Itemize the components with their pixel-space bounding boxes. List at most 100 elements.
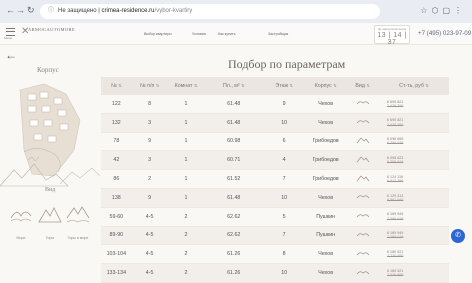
phone-number[interactable]: +7 (495) 023-97-09 [418,30,471,37]
cell-npp: 9 [131,188,168,208]
cell-floor: 10 [263,188,306,208]
cell-rooms: 1 [167,150,205,171]
menu-label: Меню [4,36,13,40]
mountain-view-icon [346,132,379,152]
col-header-floor[interactable]: Этаж ⇅ [263,77,306,95]
view-mountain-label: Горы [45,236,55,240]
cell-area: 60.71 [204,150,264,171]
nav-item-developer[interactable]: Застройщик [268,32,288,36]
cell-npp: 4-5 [131,263,168,283]
table-row[interactable]: 42 3 1 60.71 4 Грибоедов 6 098 623 6 709 918 [101,150,449,171]
cell-korpus: Чехов [305,263,347,283]
cell-korpus: Грибоедов [305,132,347,152]
cell-korpus: Грибоедов [305,150,347,171]
site-logo[interactable]: ✕ ARMOCAUTOMORE [21,26,75,37]
cell-rooms: 2 [167,226,205,246]
mountain-view-icon [346,169,379,189]
table-row[interactable]: 86 2 1 61.52 7 Грибоедов 6 124 116 6 817 390 [101,169,449,189]
sort-icon: ⇅ [155,83,160,88]
cell-floor: 10 [263,113,306,133]
cell-floor: 10 [263,263,306,283]
table-row[interactable]: 133-134 4-5 2 61.26 10 Чехов 6 180 521 7 220 85… [101,263,449,283]
sea-view-icon[interactable] [9,204,33,226]
table-row[interactable]: 89-90 4-5 2 62.62 7 Пушкин 6 169 949 7 290 019 [101,226,449,246]
chat-button[interactable]: ✆ [451,229,465,243]
sea-view-icon [346,244,379,265]
cell-price: 6 690 821 7 470 350 [378,95,449,114]
back-nav-icon[interactable]: ← [6,5,15,15]
forward-nav-icon[interactable]: → [16,5,25,15]
cell-korpus: Чехов [305,188,347,208]
cell-num: 138 [101,188,132,208]
sort-icon: ⇅ [333,83,337,88]
mountain-sea-view-icon[interactable] [66,204,90,226]
cell-area: 62.62 [204,226,264,246]
cell-npp: 4-5 [131,207,168,227]
col-header-npp[interactable]: № п/п ⇅ [131,77,168,95]
logo-mark-icon: ✕ [21,26,30,37]
cell-korpus: Чехов [305,95,347,114]
browser-extension-icons[interactable]: ☆⬡▢⋮ [420,6,466,15]
col-header-rooms-label: Комнат [174,83,193,89]
col-header-korpus[interactable]: Корпус ⇅ [305,77,347,95]
countdown-label: До завершения акции [377,27,407,31]
table-row[interactable]: 122 8 1 61.48 9 Чехов 6 690 821 7 470 350 [101,95,449,114]
cell-price: 6 180 521 7 220 850 [378,263,449,283]
col-header-num[interactable]: № ⇅ [101,77,132,95]
mountain-view-icon [346,150,379,171]
sea-view-icon [346,207,379,227]
col-header-area[interactable]: Пл., м² ⇅ [204,77,264,95]
table-row[interactable]: 59-60 4-5 2 62.62 5 Пушкин 6 169 949 7 290 019 [101,207,449,227]
back-arrow-icon[interactable]: ← [5,48,17,62]
price-old: 7 290 019 [386,216,404,221]
col-header-rooms[interactable]: Комнат ⇅ [167,77,205,95]
nav-item-choose[interactable]: Выбор квартиры [144,32,172,36]
table-row[interactable]: 138 9 1 61.48 10 Чехов 6 129 313 6 881 945 [101,188,449,208]
mountain-view-icon[interactable] [38,204,62,226]
sort-icon: ⇅ [241,83,245,88]
cell-area: 61.26 [204,263,264,283]
sort-icon: ⇅ [193,83,198,88]
nav-item-howto[interactable]: Как купить [218,32,236,36]
cell-korpus: Пушкин [305,226,347,246]
cell-npp: 4-5 [131,244,168,265]
cell-floor: 8 [263,244,306,265]
cell-price: 6 098 623 6 709 918 [378,150,449,171]
browser-toolbar: ← → ↻ ⓘ Не защищено | crimea-residence.ru… [0,0,472,24]
cell-price: 6 129 313 6 881 945 [378,188,449,208]
table-row[interactable]: 132 3 1 61.48 10 Чехов 6 690 821 7 470 350 [101,113,449,133]
chat-icon: ✆ [455,232,461,239]
col-header-price[interactable]: Ст-ть, руб ⇅ [378,77,449,95]
nav-item-terms[interactable]: Условия [192,32,206,36]
cell-rooms: 1 [167,169,205,189]
cell-rooms: 1 [167,113,205,133]
countdown-values: 13 | 14 | 37 [377,32,407,46]
reload-icon[interactable]: ↻ [27,5,35,16]
cell-area: 61.48 [204,113,264,133]
col-header-floor-label: Этаж [275,83,289,89]
price-old: 7 470 350 [386,122,404,127]
cell-npp: 3 [131,113,168,133]
col-header-view-label: Вид [355,83,365,89]
cell-npp: 3 [131,150,168,171]
table-row[interactable]: 103-104 4-5 2 61.26 8 Чехов 6 180 521 7 220 850 [101,244,449,265]
address-bar[interactable]: ⓘ Не защищено | crimea-residence.ru/vybor… [40,4,380,19]
cell-npp: 4-5 [131,226,168,246]
cell-floor: 9 [263,95,306,114]
cell-num: 133-134 [101,263,132,283]
cell-num: 86 [101,169,132,189]
col-header-view[interactable]: Вид ⇅ [346,77,379,95]
cell-num: 122 [101,95,132,114]
cell-korpus: Грибоедов [305,169,347,189]
countdown-days: 13 [377,32,386,39]
cell-korpus: Пушкин [305,207,347,227]
info-icon[interactable]: ⓘ [48,4,54,19]
cell-floor: 7 [263,226,306,246]
sort-icon: ⇅ [118,83,122,88]
table-row[interactable]: 78 9 1 60.98 6 Грибоедов 6 098 669 6 789 939 [101,132,449,152]
table-header-row: № ⇅ № п/п ⇅ Комнат ⇅ Пл., м² ⇅ Этаж ⇅ Ко… [101,77,449,95]
sort-icon: ⇅ [289,83,293,88]
sort-icon: ⇅ [366,83,370,88]
menu-icon[interactable] [6,28,15,36]
price-old: 6 817 390 [386,179,404,184]
